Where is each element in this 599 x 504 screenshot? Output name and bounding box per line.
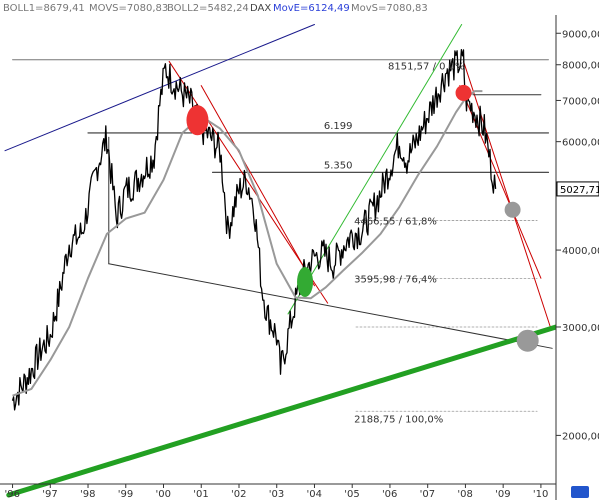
y-tick-label: 8000,00 [562,61,599,72]
header-boll2: BOLL2=5482,24 [167,3,249,14]
marker-gray [516,329,539,352]
support-line [108,263,553,349]
x-tick-label: '01 [193,489,208,500]
x-tick-label: '09 [495,489,510,500]
x-tick-label: '05 [344,489,359,500]
header-move: MovE=6124,49 [273,3,350,14]
level-label: 2188,75 / 100,0% [354,414,443,425]
x-tick-label: '02 [231,489,246,500]
y-axis-panel [556,15,599,500]
y-tick-label: 9000,00 [562,29,599,40]
header-symbol: DAX [250,3,271,14]
x-tick-label: '98 [80,489,95,500]
level-label: 5.350 [324,160,353,171]
level-label: 4466,55 / 61,8% [354,217,437,228]
y-tick-label: 2000,00 [562,431,599,442]
level-label: 8151,57 / 0,0% [388,62,464,73]
x-tick-label: '99 [118,489,133,500]
channel-line-red [200,85,315,287]
x-tick-label: '08 [457,489,472,500]
header-boll1: BOLL1=8679,41 [3,3,85,14]
x-tick-label: '04 [306,489,321,500]
level-label: 6.199 [324,121,353,132]
header-movs2: MovS=7080,83 [351,3,428,14]
last-price-label: 5027,71 [560,185,599,196]
x-tick-label: '10 [533,489,548,500]
y-tick-label: 3000,00 [562,323,599,334]
y-tick-label: 6000,00 [562,138,599,149]
x-tick-label: '97 [42,489,57,500]
y-tick-label: 7000,00 [562,96,599,107]
chart-window: 8151,57 / 0,0% 6.199 5.350 4466,55 / 61,8% 3… [0,0,599,500]
header-movs: MOVS=7080,83 [89,3,168,14]
level-label: 3595,98 / 76,4% [354,275,437,286]
channel-line-red [463,60,551,328]
x-tick-label: '06 [382,489,397,500]
moving-average-series [12,90,483,397]
price-series [11,49,497,411]
marker-gray [504,201,521,218]
marker-green [297,266,314,297]
lock-icon [571,486,589,498]
marker-red [186,105,209,136]
x-tick-label: '07 [420,489,435,500]
x-tick-label: '00 [156,489,171,500]
marker-red [455,84,472,101]
x-tick-label: '96 [5,489,20,500]
y-tick-label: 4000,00 [562,246,599,257]
trendline-blue [4,23,315,152]
dax-chart: 8151,57 / 0,0% 6.199 5.350 4466,55 / 61,8% 3… [0,0,599,500]
x-tick-label: '03 [269,489,284,500]
